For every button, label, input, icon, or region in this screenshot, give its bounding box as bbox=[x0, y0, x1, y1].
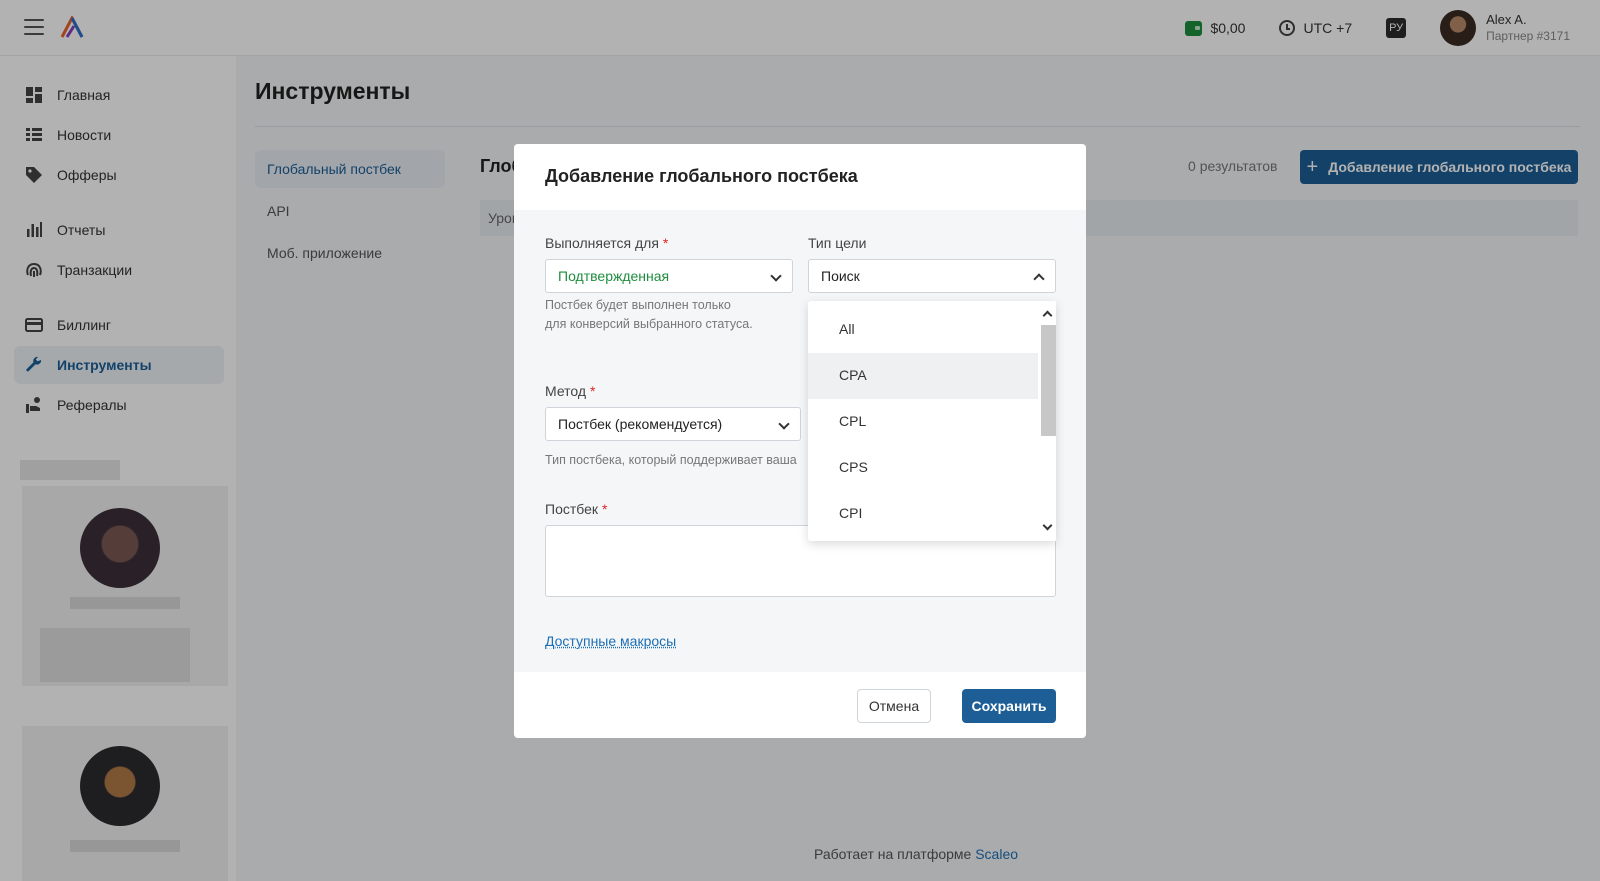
chevron-up-icon bbox=[1033, 273, 1045, 285]
chevron-down-icon bbox=[770, 270, 782, 282]
goal-option-all[interactable]: All bbox=[808, 307, 1038, 353]
method-help: Тип постбека, который поддерживает ваша bbox=[545, 453, 797, 467]
required-marker: * bbox=[662, 235, 669, 251]
status-label: Выполняется для * bbox=[545, 235, 668, 251]
status-help: Постбек будет выполнен только для конвер… bbox=[545, 298, 753, 331]
required-marker: * bbox=[601, 501, 608, 517]
goal-type-search[interactable]: Поиск bbox=[808, 259, 1056, 293]
required-marker: * bbox=[589, 383, 596, 399]
cancel-button[interactable]: Отмена bbox=[857, 689, 931, 723]
goal-option-cps[interactable]: CPS bbox=[808, 445, 1038, 491]
method-label: Метод * bbox=[545, 383, 595, 399]
scroll-up-icon[interactable] bbox=[1042, 310, 1053, 321]
scroll-thumb[interactable] bbox=[1041, 325, 1056, 436]
goal-option-cpa[interactable]: CPA bbox=[808, 353, 1038, 399]
goal-type-search-text: Поиск bbox=[821, 268, 860, 284]
method-select-value: Постбек (рекомендуется) bbox=[558, 416, 723, 432]
modal-footer: Отмена Сохранить bbox=[514, 672, 1086, 738]
method-label-text: Метод bbox=[545, 383, 587, 399]
method-select[interactable]: Постбек (рекомендуется) bbox=[545, 407, 801, 441]
status-select-value: Подтвержденная bbox=[558, 268, 670, 284]
postback-label-text: Постбек bbox=[545, 501, 599, 517]
chevron-down-icon bbox=[778, 418, 790, 430]
goal-option-cpl[interactable]: CPL bbox=[808, 399, 1038, 445]
modal-title: Добавление глобального постбека bbox=[514, 144, 1086, 210]
available-macros-link[interactable]: Доступные макросы bbox=[545, 633, 676, 649]
save-button[interactable]: Сохранить bbox=[962, 689, 1056, 723]
status-label-text: Выполняется для bbox=[545, 235, 659, 251]
status-select[interactable]: Подтвержденная bbox=[545, 259, 793, 293]
goal-type-dropdown: All CPA CPL CPS CPI bbox=[808, 301, 1056, 541]
scroll-down-icon[interactable] bbox=[1042, 520, 1053, 531]
goal-type-label: Тип цели bbox=[808, 235, 867, 251]
goal-option-cpi[interactable]: CPI bbox=[808, 491, 1038, 537]
dropdown-scrollbar[interactable] bbox=[1040, 301, 1056, 541]
add-postback-modal: Добавление глобального постбека Выполняе… bbox=[514, 144, 1086, 738]
postback-label: Постбек * bbox=[545, 501, 607, 517]
